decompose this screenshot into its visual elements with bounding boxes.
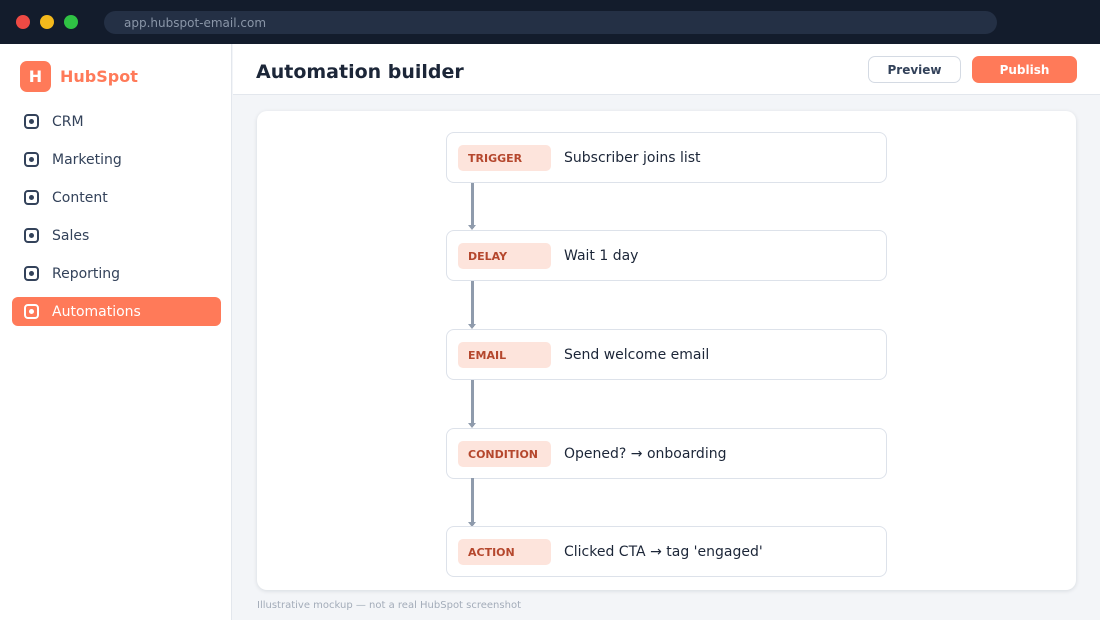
content-icon	[24, 190, 39, 205]
window-maximize-button[interactable]	[64, 15, 78, 29]
window-minimize-button[interactable]	[40, 15, 54, 29]
step-description: Wait 1 day	[564, 248, 639, 264]
preview-button[interactable]: Preview	[868, 56, 961, 83]
sidebar-item-label: Automations	[52, 303, 141, 320]
step-description: Send welcome email	[564, 347, 710, 363]
sidebar-item-marketing[interactable]: Marketing	[12, 145, 221, 174]
step-connector-arrow	[468, 281, 476, 329]
sidebar-item-label: Marketing	[52, 151, 122, 168]
sidebar-item-label: Content	[52, 189, 108, 206]
disclaimer-footnote: Illustrative mockup — not a real HubSpot…	[257, 600, 521, 611]
sidebar: H HubSpot CRM Marketing Content Sales Re…	[0, 44, 232, 620]
step-description: Opened? → onboarding	[564, 446, 727, 462]
step-description: Subscriber joins list	[564, 150, 701, 166]
step-description: Clicked CTA → tag 'engaged'	[564, 544, 763, 560]
sidebar-item-automations[interactable]: Automations	[12, 297, 221, 326]
window-close-button[interactable]	[16, 15, 30, 29]
sidebar-item-label: Reporting	[52, 265, 121, 282]
step-connector-arrow	[468, 478, 476, 527]
step-type-badge: TRIGGER	[458, 145, 551, 171]
reporting-icon	[24, 266, 39, 281]
sidebar-item-reporting[interactable]: Reporting	[12, 259, 221, 288]
workflow-step-action[interactable]: ACTION Clicked CTA → tag 'engaged'	[446, 526, 887, 577]
brand-logo: H	[20, 60, 51, 92]
browser-chrome: app.hubspot-email.com	[0, 0, 1100, 44]
address-bar-url: app.hubspot-email.com	[124, 16, 267, 30]
automations-icon	[24, 304, 39, 319]
sidebar-nav: CRM Marketing Content Sales Reporting Au…	[12, 107, 221, 335]
workflow-step-condition[interactable]: CONDITION Opened? → onboarding	[446, 428, 887, 479]
marketing-icon	[24, 152, 39, 167]
sales-icon	[24, 228, 39, 243]
sidebar-item-label: Sales	[52, 227, 90, 244]
sidebar-item-content[interactable]: Content	[12, 183, 221, 212]
step-connector-arrow	[468, 380, 476, 428]
brand-name: HubSpot	[60, 66, 138, 86]
sidebar-item-crm[interactable]: CRM	[12, 107, 221, 136]
workflow-step-delay[interactable]: DELAY Wait 1 day	[446, 230, 887, 281]
sidebar-item-label: CRM	[52, 113, 84, 130]
page-title: Automation builder	[256, 61, 464, 83]
address-bar[interactable]: app.hubspot-email.com	[104, 11, 997, 34]
page-header: Automation builder Preview Publish	[233, 44, 1100, 95]
publish-button[interactable]: Publish	[972, 56, 1077, 83]
step-connector-arrow	[468, 183, 476, 230]
workflow-canvas: TRIGGER Subscriber joins list DELAY Wait…	[257, 111, 1076, 590]
workflow-step-trigger[interactable]: TRIGGER Subscriber joins list	[446, 132, 887, 183]
step-type-badge: ACTION	[458, 539, 551, 565]
step-type-badge: DELAY	[458, 243, 551, 269]
brand[interactable]: H HubSpot	[20, 60, 138, 92]
workflow-step-email[interactable]: EMAIL Send welcome email	[446, 329, 887, 380]
step-type-badge: CONDITION	[458, 441, 551, 467]
step-type-badge: EMAIL	[458, 342, 551, 368]
crm-icon	[24, 114, 39, 129]
sidebar-item-sales[interactable]: Sales	[12, 221, 221, 250]
